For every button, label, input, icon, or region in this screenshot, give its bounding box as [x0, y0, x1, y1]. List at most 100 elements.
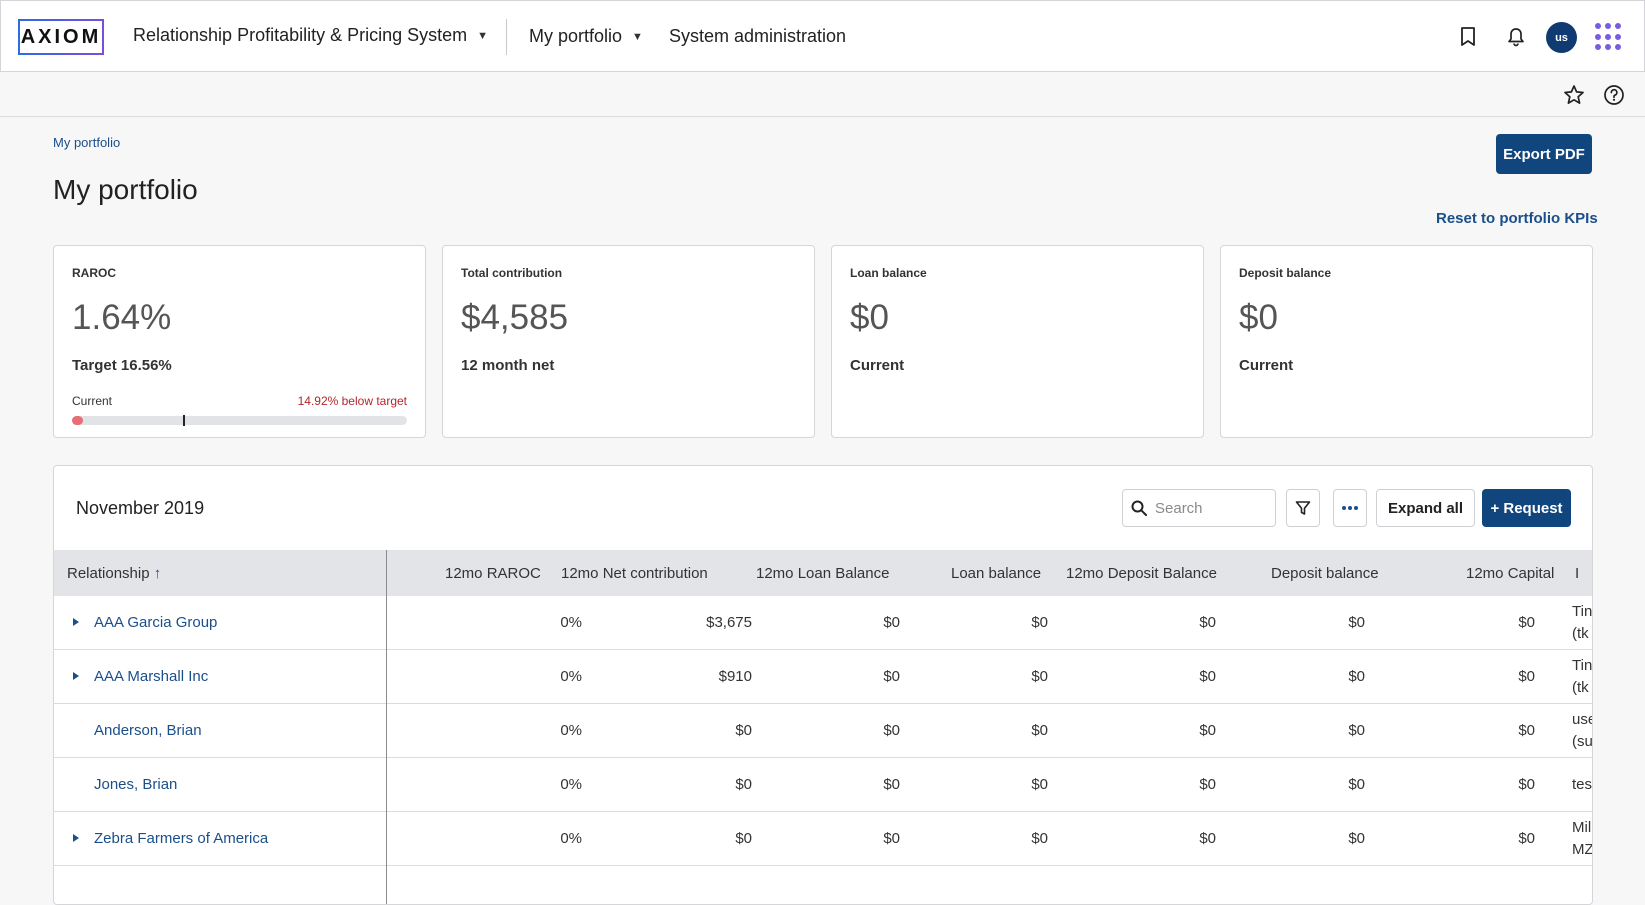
column-header-truncated[interactable]: I [1575, 565, 1579, 582]
cell-truncated-text: Tin (tk [1572, 603, 1593, 642]
cell-12mo-raroc: 0% [560, 722, 582, 739]
cell-12mo-net-contribution: $0 [735, 722, 752, 739]
kpi-current-label: Current [72, 394, 113, 408]
expand-row-icon[interactable] [73, 834, 79, 842]
expand-all-button[interactable]: Expand all [1376, 489, 1475, 527]
cell-12mo-net-contribution: $910 [718, 668, 752, 685]
kpi-card-deposit-balance: Deposit balance $0 Current [1220, 245, 1593, 438]
kpi-label: Deposit balance [1239, 266, 1332, 280]
cell-deposit-balance: $0 [1348, 722, 1365, 739]
table-row[interactable]: AAA Garcia Group 0% $3,675 $0 $0 $0 $0 $… [54, 596, 1593, 650]
cell-12mo-capital: $0 [1518, 830, 1535, 847]
kpi-value: 1.64% [72, 298, 172, 337]
app-launcher-icon[interactable] [1595, 23, 1623, 51]
cell-12mo-deposit-balance: $0 [1199, 722, 1216, 739]
filter-icon [1295, 501, 1311, 515]
cell-12mo-loan-balance: $0 [883, 830, 900, 847]
cell-truncated-text: Tin (tk [1572, 657, 1593, 696]
period-title: November 2019 [76, 498, 205, 518]
more-options-button[interactable] [1333, 489, 1367, 527]
kpi-card-raroc: RAROC 1.64% Target 16.56% Current 14.92%… [53, 245, 426, 438]
caret-down-icon: ▼ [632, 30, 643, 43]
kpi-value: $0 [850, 298, 889, 337]
cell-12mo-deposit-balance: $0 [1199, 614, 1216, 631]
expand-row-icon[interactable] [73, 672, 79, 680]
expand-row-icon[interactable] [73, 618, 79, 626]
page-title: My portfolio [53, 174, 198, 205]
nav-my-portfolio-label: My portfolio [529, 26, 623, 46]
cell-loan-balance: $0 [1031, 668, 1048, 685]
kpi-target: Target 16.56% [72, 357, 172, 374]
more-horizontal-icon [1342, 506, 1358, 510]
breadcrumb[interactable]: My portfolio [53, 135, 120, 150]
kpi-below-target-text: 14.92% below target [297, 394, 407, 408]
cell-loan-balance: $0 [1031, 830, 1048, 847]
kpi-label: Loan balance [850, 266, 927, 280]
column-header-12mo-deposit-balance[interactable]: 12mo Deposit Balance [1066, 565, 1217, 582]
kpi-label: RAROC [72, 266, 116, 280]
table-row[interactable]: Anderson, Brian 0% $0 $0 $0 $0 $0 $0 use… [54, 704, 1592, 758]
relationship-link[interactable]: Jones, Brian [94, 776, 177, 793]
cell-12mo-raroc: 0% [560, 668, 582, 685]
kpi-label: Total contribution [461, 266, 563, 280]
kpi-subtext: Current [850, 357, 905, 374]
relationship-link[interactable]: AAA Garcia Group [94, 614, 217, 631]
column-header-12mo-raroc[interactable]: 12mo RAROC [445, 565, 541, 582]
axiom-logo[interactable]: AXIOM [18, 19, 104, 55]
cell-loan-balance: $0 [1031, 776, 1048, 793]
kpi-subtext: Current [1239, 357, 1294, 374]
nav-my-portfolio-menu[interactable]: My portfolio ▼ [529, 26, 643, 47]
app-switcher-menu[interactable]: Relationship Profitability & Pricing Sys… [133, 25, 488, 46]
cell-12mo-capital: $0 [1518, 722, 1535, 739]
bookmark-icon[interactable] [1456, 25, 1480, 49]
cell-12mo-deposit-balance: $0 [1199, 830, 1216, 847]
relationship-link[interactable]: Zebra Farmers of America [94, 830, 268, 847]
search-input[interactable] [1155, 499, 1265, 517]
column-header-12mo-net-contribution[interactable]: 12mo Net contribution [561, 565, 708, 582]
cell-12mo-capital: $0 [1518, 776, 1535, 793]
cell-deposit-balance: $0 [1348, 614, 1365, 631]
kpi-card-total-contribution: Total contribution $4,585 12 month net [442, 245, 815, 438]
cell-loan-balance: $0 [1031, 722, 1048, 739]
sort-ascending-icon: ↑ [153, 565, 162, 582]
app-title: Relationship Profitability & Pricing Sys… [133, 25, 468, 45]
nav-system-administration[interactable]: System administration [669, 26, 846, 47]
column-header-loan-balance[interactable]: Loan balance [951, 565, 1041, 582]
column-header-12mo-capital[interactable]: 12mo Capital [1466, 565, 1554, 582]
relationship-link[interactable]: AAA Marshall Inc [94, 668, 208, 685]
raroc-progress-bar [72, 415, 407, 426]
nav-divider [506, 19, 507, 55]
help-icon[interactable] [1602, 83, 1626, 107]
cell-12mo-capital: $0 [1518, 614, 1535, 631]
table-row[interactable]: AAA Marshall Inc 0% $910 $0 $0 $0 $0 $0 … [54, 650, 1593, 704]
new-request-button[interactable]: + Request [1482, 489, 1571, 527]
relationship-link[interactable]: Anderson, Brian [94, 722, 202, 739]
top-navigation-bar: AXIOM Relationship Profitability & Prici… [0, 0, 1645, 72]
star-icon[interactable] [1562, 83, 1586, 107]
column-header-deposit-balance[interactable]: Deposit balance [1271, 565, 1379, 582]
caret-down-icon: ▼ [477, 29, 489, 42]
cell-12mo-deposit-balance: $0 [1199, 668, 1216, 685]
user-avatar[interactable]: us [1546, 22, 1577, 53]
cell-12mo-capital: $0 [1518, 668, 1535, 685]
column-header-12mo-loan-balance[interactable]: 12mo Loan Balance [756, 565, 889, 582]
column-header-relationship[interactable]: Relationship ↑ [67, 565, 161, 582]
cell-12mo-net-contribution: $0 [735, 830, 752, 847]
raroc-target-marker [183, 415, 185, 426]
cell-12mo-loan-balance: $0 [883, 614, 900, 631]
reset-to-portfolio-kpis-link[interactable]: Reset to portfolio KPIs [1436, 210, 1598, 227]
table-row[interactable]: Zebra Farmers of America 0% $0 $0 $0 $0 … [54, 812, 1593, 866]
bell-icon[interactable] [1504, 25, 1528, 49]
kpi-value: $0 [1239, 298, 1278, 337]
cell-12mo-net-contribution: $0 [735, 776, 752, 793]
filter-button[interactable] [1286, 489, 1320, 527]
table-row[interactable]: Jones, Brian 0% $0 $0 $0 $0 $0 $0 tes [54, 758, 1592, 812]
cell-12mo-loan-balance: $0 [883, 722, 900, 739]
table-header: Relationship ↑ 12mo RAROC 12mo Net contr… [54, 550, 1592, 596]
search-box[interactable] [1122, 489, 1276, 527]
export-pdf-button[interactable]: Export PDF [1496, 134, 1592, 174]
cell-12mo-loan-balance: $0 [883, 776, 900, 793]
raroc-progress-fill [72, 416, 83, 425]
cell-truncated-text: Mil MZ [1572, 819, 1593, 858]
frozen-column-divider[interactable] [386, 550, 387, 904]
